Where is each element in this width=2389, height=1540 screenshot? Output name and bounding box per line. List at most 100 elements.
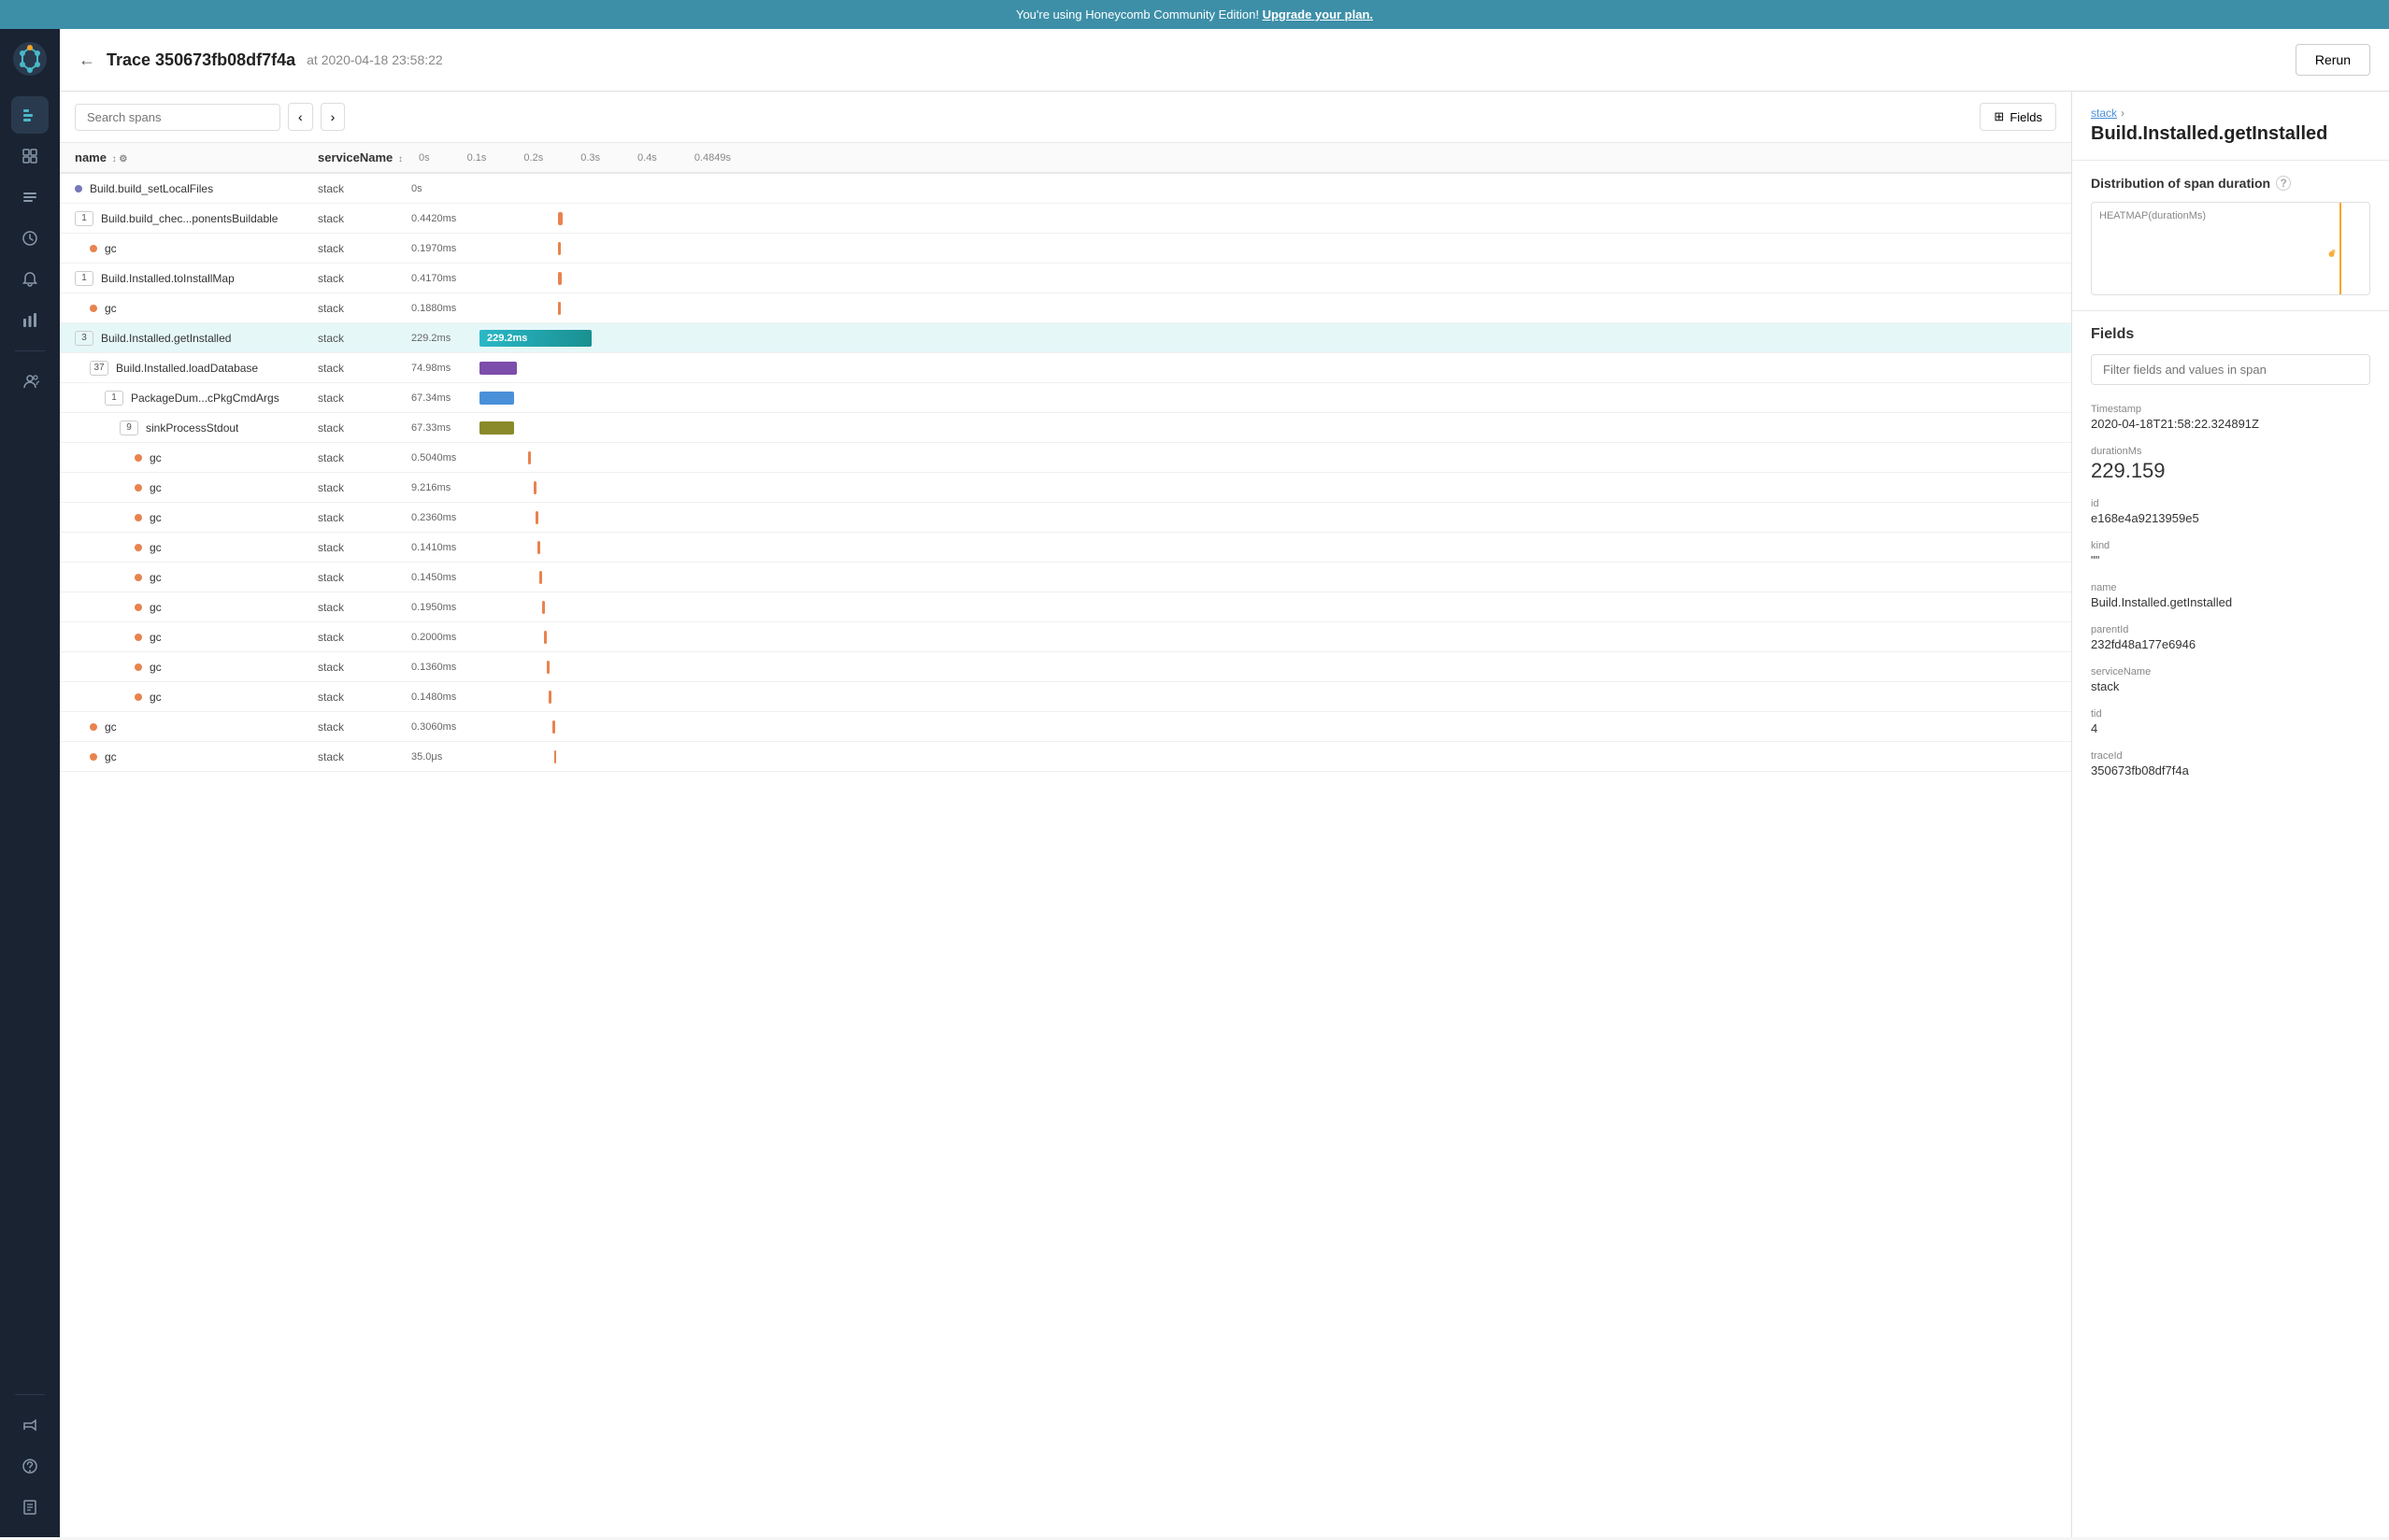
span-timeline-cell: 0s: [411, 183, 2056, 194]
span-badge[interactable]: 1: [105, 391, 123, 406]
table-row[interactable]: gcstack0.1950ms: [60, 592, 2071, 622]
logo[interactable]: [11, 40, 49, 78]
table-row[interactable]: gcstack0.1410ms: [60, 533, 2071, 563]
table-row[interactable]: gcstack0.1970ms: [60, 234, 2071, 264]
sidebar-item-boards[interactable]: [11, 137, 49, 175]
banner-upgrade-link[interactable]: Upgrade your plan.: [1263, 7, 1373, 21]
col-service-header[interactable]: serviceName ↕: [318, 150, 411, 164]
span-badge[interactable]: 37: [90, 361, 108, 376]
span-timeline-cell: 67.33ms: [411, 421, 2056, 435]
field-value: Build.Installed.getInstalled: [2091, 595, 2370, 609]
fields-button[interactable]: ⊞ Fields: [1980, 103, 2056, 131]
table-row[interactable]: 1Build.build_chec...ponentsBuildablestac…: [60, 204, 2071, 234]
span-service-cell: stack: [318, 750, 411, 763]
span-badge[interactable]: 9: [120, 421, 138, 435]
span-duration-text: 0.1880ms: [411, 303, 472, 314]
prev-span-button[interactable]: ‹: [288, 103, 313, 131]
span-duration-text: 0.1410ms: [411, 542, 472, 553]
span-timeline-cell: 74.98ms: [411, 362, 2056, 375]
table-row[interactable]: 9sinkProcessStdoutstack67.33ms: [60, 413, 2071, 443]
table-row[interactable]: gcstack0.1360ms: [60, 652, 2071, 682]
right-panel-header: stack › Build.Installed.getInstalled: [2072, 92, 2389, 161]
sidebar-item-team[interactable]: [11, 363, 49, 400]
sidebar-item-traces[interactable]: [11, 96, 49, 134]
field-value: 232fd48a177e6946: [2091, 637, 2370, 651]
span-timeline-cell: 0.5040ms: [411, 451, 2056, 464]
table-row[interactable]: gcstack0.1880ms: [60, 293, 2071, 323]
fields-filter-input[interactable]: [2091, 354, 2370, 385]
trace-body: ‹ › ⊞ Fields name ↕ ⚙ serviceName ↕: [60, 92, 2389, 1537]
back-button[interactable]: ←: [79, 50, 95, 70]
span-service-cell: stack: [318, 362, 411, 375]
span-name-cell: Build.build_setLocalFiles: [75, 182, 318, 195]
spans-toolbar: ‹ › ⊞ Fields: [60, 92, 2071, 143]
span-badge[interactable]: 3: [75, 331, 93, 346]
span-service-cell: stack: [318, 511, 411, 524]
field-label: tid: [2091, 708, 2370, 720]
col-name-header[interactable]: name ↕ ⚙: [75, 150, 318, 164]
trace-title-area: ← Trace 350673fb08df7f4a at 2020-04-18 2…: [79, 50, 443, 70]
table-row[interactable]: gcstack9.216ms: [60, 473, 2071, 503]
sidebar-item-docs[interactable]: [11, 1489, 49, 1526]
span-duration-text: 0.3060ms: [411, 721, 472, 733]
sidebar-item-history[interactable]: [11, 220, 49, 257]
span-timeline-cell: 0.2360ms: [411, 511, 2056, 524]
span-duration-text: 0.2360ms: [411, 512, 472, 523]
table-row[interactable]: 1Build.Installed.toInstallMapstack0.4170…: [60, 264, 2071, 293]
table-row[interactable]: gcstack0.3060ms: [60, 712, 2071, 742]
span-service-cell: stack: [318, 720, 411, 734]
span-dot: [90, 753, 97, 761]
span-name-text: Build.Installed.getInstalled: [101, 332, 231, 345]
sidebar-item-announcements[interactable]: [11, 1406, 49, 1444]
span-name-text: gc: [150, 451, 162, 464]
field-label: parentId: [2091, 624, 2370, 635]
span-service-cell: stack: [318, 481, 411, 494]
next-span-button[interactable]: ›: [321, 103, 346, 131]
span-service-cell: stack: [318, 212, 411, 225]
field-label: Timestamp: [2091, 404, 2370, 415]
trace-header: ← Trace 350673fb08df7f4a at 2020-04-18 2…: [60, 29, 2389, 92]
sidebar-item-queries[interactable]: [11, 178, 49, 216]
service-sort-icon: ↕: [398, 154, 403, 164]
span-badge[interactable]: 1: [75, 211, 93, 226]
span-duration-text: 0.1970ms: [411, 243, 472, 254]
breadcrumb-link[interactable]: stack: [2091, 107, 2117, 120]
table-row[interactable]: gcstack0.1480ms: [60, 682, 2071, 712]
span-name-cell: 1PackageDum...cPkgCmdArgs: [75, 391, 318, 406]
table-row[interactable]: Build.build_setLocalFilesstack0s: [60, 174, 2071, 204]
span-name-text: gc: [105, 242, 117, 255]
sidebar-item-alerts[interactable]: [11, 261, 49, 298]
table-row[interactable]: 1PackageDum...cPkgCmdArgsstack67.34ms: [60, 383, 2071, 413]
span-bar: [534, 481, 536, 494]
span-duration-text: 0.2000ms: [411, 632, 472, 643]
span-name-cell: gc: [75, 541, 318, 554]
search-input[interactable]: [75, 104, 280, 131]
span-dot: [135, 544, 142, 551]
field-item: kind"": [2091, 540, 2370, 567]
span-name-cell: gc: [75, 451, 318, 464]
table-row[interactable]: gcstack0.1450ms: [60, 563, 2071, 592]
fields-section-title: Fields: [2091, 326, 2370, 343]
table-row[interactable]: gcstack0.5040ms: [60, 443, 2071, 473]
right-panel: stack › Build.Installed.getInstalled Dis…: [2071, 92, 2389, 1537]
span-service-cell: stack: [318, 601, 411, 614]
sidebar-item-slo[interactable]: [11, 302, 49, 339]
span-name-text: gc: [150, 631, 162, 644]
help-icon[interactable]: ?: [2276, 176, 2291, 191]
table-header: name ↕ ⚙ serviceName ↕ 0s 0.1s 0.2s 0.3s…: [60, 143, 2071, 174]
table-row[interactable]: gcstack0.2000ms: [60, 622, 2071, 652]
main-content: ← Trace 350673fb08df7f4a at 2020-04-18 2…: [60, 29, 2389, 1537]
span-bar: [552, 720, 555, 734]
span-name-cell: gc: [75, 631, 318, 644]
span-timeline-cell: 0.1880ms: [411, 302, 2056, 315]
field-item: ide168e4a9213959e5: [2091, 498, 2370, 525]
table-row[interactable]: 3Build.Installed.getInstalledstack229.2m…: [60, 323, 2071, 353]
span-badge[interactable]: 1: [75, 271, 93, 286]
sidebar-item-help[interactable]: [11, 1447, 49, 1485]
table-row[interactable]: gcstack35.0μs: [60, 742, 2071, 772]
rerun-button[interactable]: Rerun: [2296, 44, 2370, 76]
table-row[interactable]: 37Build.Installed.loadDatabasestack74.98…: [60, 353, 2071, 383]
table-row[interactable]: gcstack0.2360ms: [60, 503, 2071, 533]
sidebar: [0, 29, 60, 1537]
field-item: durationMs229.159: [2091, 446, 2370, 483]
